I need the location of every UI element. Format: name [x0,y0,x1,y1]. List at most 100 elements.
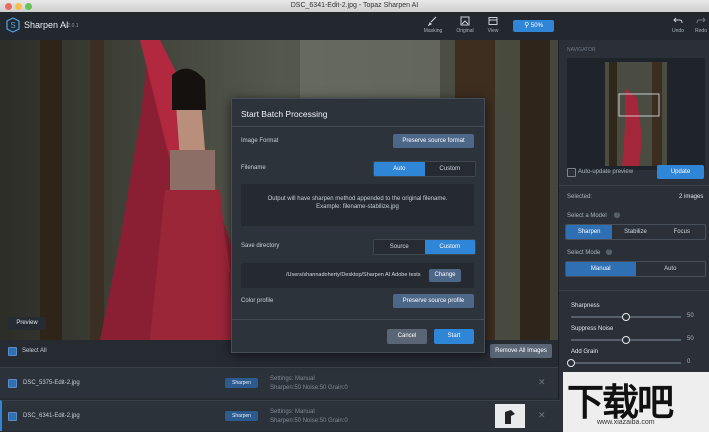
image-thumbnail [495,404,525,428]
mode-selector: Manual Auto [565,261,706,277]
cancel-button[interactable]: Cancel [387,329,427,344]
model-badge: Sharpen [225,378,258,388]
svg-text:S: S [10,21,15,30]
maximize-window-button[interactable] [25,3,32,10]
change-button[interactable]: Change [429,269,461,282]
sharpness-slider[interactable] [571,313,681,321]
save-dir-source[interactable]: Source [374,240,425,254]
suppress-noise-label: Suppress Noise [571,326,614,332]
watermark: 下载吧 www.xiazaiba.com [563,372,709,432]
undo-label: Undo [672,28,684,34]
brush-icon [428,16,437,26]
settings-detail: Sharpen:50 Noise:50 Grain:0 [270,418,348,424]
app-version: v2.0.1 [65,23,79,29]
add-grain-value: 0 [687,359,691,365]
save-path: /Users/shannadoherty/Desktop/Sharpen AI … [286,272,421,278]
window-title: DSC_6341-Edit-2.jpg - Topaz Sharpen AI [290,2,419,9]
minimize-window-button[interactable] [15,3,22,10]
sharpness-value: 50 [687,313,694,319]
magnifier-icon: ⚲ [524,22,530,29]
add-grain-slider[interactable] [567,359,681,367]
divider [559,290,709,291]
original-button[interactable]: Original [452,16,478,34]
list-item[interactable]: DSC_6341-Edit-2.jpg Sharpen Settings: Ma… [0,400,560,431]
navigator-title: NAVIGATOR [567,47,596,53]
save-directory-selector: Source Custom [373,239,476,255]
redo-label: Redo [695,28,707,34]
save-dir-custom[interactable]: Custom [424,240,475,254]
suppress-noise-value: 50 [687,336,694,342]
file-name: DSC_5375-Edit-2.jpg [23,380,80,386]
app-name: Sharpen AI [24,20,69,30]
select-model-label: Select a Model [567,213,607,219]
redo-icon [696,17,706,24]
sharpness-slider-knob[interactable] [622,313,630,321]
note-line-2: Example: filename-stabilize.jpg [316,204,399,210]
update-button[interactable]: Update [657,165,704,179]
preview-button[interactable]: Preview [8,317,46,330]
model-focus[interactable]: Focus [659,225,705,239]
divider [232,319,484,320]
auto-update-checkbox[interactable] [567,168,576,177]
filename-note: Output will have sharpen method appended… [241,184,474,226]
select-all-checkbox[interactable] [8,347,17,356]
preserve-source-profile-button[interactable]: Preserve source profile [393,294,474,308]
masking-button[interactable]: Masking [420,16,446,34]
image-format-label: Image Format [241,138,279,144]
toolbar: S Sharpen AI v2.0.1 Masking Original Vie… [0,12,709,41]
divider [559,185,709,186]
window-title-bar: DSC_6341-Edit-2.jpg - Topaz Sharpen AI [0,0,709,12]
navigator-panel[interactable] [567,58,705,170]
color-profile-label: Color profile [241,298,274,304]
start-button[interactable]: Start [434,329,474,344]
filename-custom[interactable]: Custom [424,162,475,176]
watermark-url: www.xiazaiba.com [597,419,655,426]
model-sharpen[interactable]: Sharpen [566,225,613,239]
add-grain-label: Add Grain [571,349,599,355]
suppress-noise-slider-knob[interactable] [622,336,630,344]
row-checkbox[interactable] [8,412,17,421]
zoom-level: 50% [530,23,543,29]
suppress-noise-slider[interactable] [571,336,681,344]
remove-icon[interactable]: ✕ [538,410,546,421]
list-item[interactable]: DSC_5375-Edit-2.jpg Sharpen Settings: Ma… [0,367,558,398]
filename-auto[interactable]: Auto [374,162,425,176]
mode-manual[interactable]: Manual [566,262,636,276]
dialog-title: Start Batch Processing [241,109,328,119]
preserve-source-format-button[interactable]: Preserve source format [393,134,474,148]
model-selector: Sharpen Stabilize Focus [565,224,706,240]
select-all-label: Select All [22,348,47,354]
auto-update-label: Auto-update preview [578,169,634,175]
remove-all-images-button[interactable]: Remove All Images [490,344,552,358]
undo-icon [673,17,683,24]
help-icon[interactable]: ? [614,212,620,218]
divider [232,126,484,127]
row-checkbox[interactable] [8,379,17,388]
model-badge: Sharpen [225,411,258,421]
filename-label: Filename [241,165,266,171]
note-line-1: Output will have sharpen method appended… [267,196,448,202]
close-window-button[interactable] [5,3,12,10]
watermark-text: 下载吧 [567,381,674,424]
model-stabilize[interactable]: Stabilize [612,225,658,239]
original-label: Original [456,28,474,34]
masking-label: Masking [423,28,443,34]
mode-auto[interactable]: Auto [636,262,706,276]
help-icon[interactable]: ? [606,249,612,255]
redo-button[interactable]: Redo [688,16,709,34]
image-list: Select All Remove All Images DSC_5375-Ed… [0,340,560,432]
save-directory-label: Save directory [241,243,280,249]
sharpen-logo-icon: S [6,17,20,33]
settings-detail: Sharpen:50 Noise:50 Grain:0 [270,385,348,391]
image-icon [460,16,470,26]
navigator-thumbnail [605,62,667,166]
batch-processing-dialog: Start Batch Processing Image Format Pres… [231,98,485,353]
sharpness-label: Sharpness [571,303,600,309]
view-icon [488,17,498,25]
view-button[interactable]: View [480,16,506,34]
add-grain-slider-knob[interactable] [567,359,575,367]
zoom-button[interactable]: ⚲ 50% [513,20,554,32]
selected-label: Selected: [567,194,593,200]
filename-selector: Auto Custom [373,161,476,177]
remove-icon[interactable]: ✕ [538,377,546,388]
